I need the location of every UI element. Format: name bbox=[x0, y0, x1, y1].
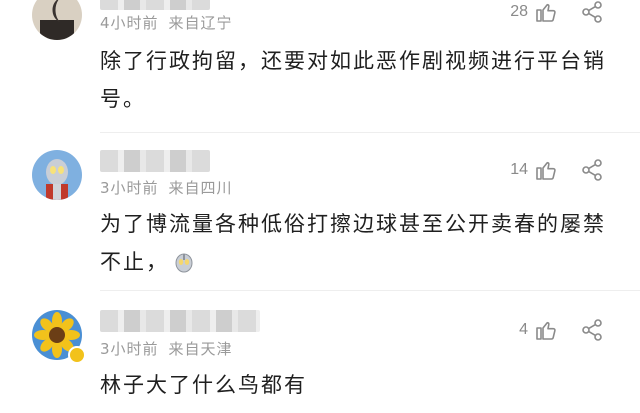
divider bbox=[100, 132, 640, 133]
thumbs-up-icon[interactable] bbox=[534, 318, 558, 342]
verified-badge-icon bbox=[68, 346, 86, 364]
username-blurred[interactable] bbox=[100, 310, 260, 332]
username-blurred[interactable] bbox=[100, 0, 210, 10]
comment-time: 3小时前 bbox=[100, 179, 159, 197]
like-count: 14 bbox=[510, 161, 528, 178]
comment-actions: 4 bbox=[519, 318, 604, 342]
avatar[interactable] bbox=[32, 150, 82, 200]
comment-actions: 28 bbox=[510, 0, 604, 24]
share-icon[interactable] bbox=[580, 158, 604, 182]
comment-actions: 14 bbox=[510, 158, 604, 182]
avatar[interactable] bbox=[32, 0, 82, 40]
thumbs-up-icon[interactable] bbox=[534, 0, 558, 24]
comment-text: 除了行政拘留，还要对如此恶作剧视频进行平台销号。 bbox=[100, 49, 606, 111]
comment-time: 4小时前 bbox=[100, 14, 159, 32]
share-icon[interactable] bbox=[580, 318, 604, 342]
comment-meta: 3小时前 来自天津 bbox=[100, 338, 233, 359]
comment-location: 来自天津 bbox=[168, 340, 233, 358]
username-blurred[interactable] bbox=[100, 150, 210, 172]
ultraman-emoji-icon bbox=[175, 253, 193, 273]
like-count: 28 bbox=[510, 3, 528, 20]
comment-location: 来自四川 bbox=[168, 179, 233, 197]
share-icon[interactable] bbox=[580, 0, 604, 24]
comment-text: 林子大了什么鸟都有 bbox=[100, 373, 307, 397]
thumbs-up-icon[interactable] bbox=[534, 158, 558, 182]
comment-meta: 4小时前 来自辽宁 bbox=[100, 12, 233, 33]
comment-location: 来自辽宁 bbox=[168, 14, 233, 32]
divider bbox=[100, 290, 640, 291]
comment-time: 3小时前 bbox=[100, 340, 159, 358]
like-count: 4 bbox=[519, 321, 528, 338]
comment-meta: 3小时前 来自四川 bbox=[100, 177, 233, 198]
comment-text: 为了博流量各种低俗打擦边球甚至公开卖春的屡禁不止， bbox=[100, 205, 610, 281]
